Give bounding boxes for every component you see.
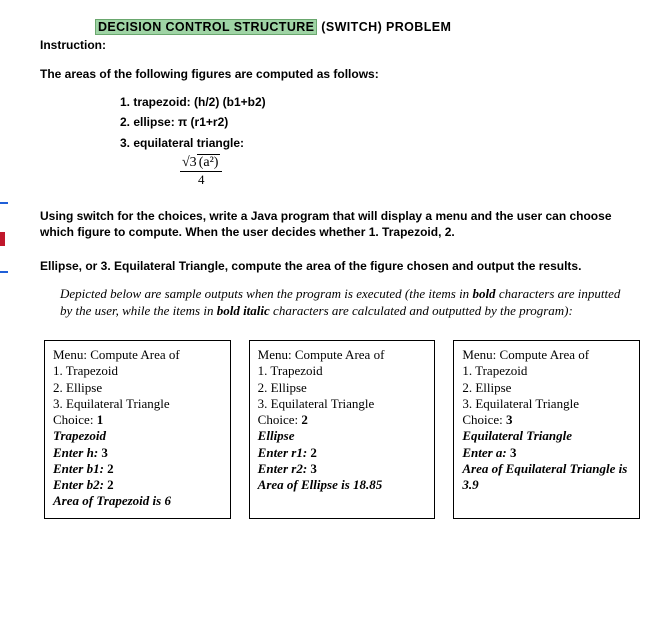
menu-head: Menu: Compute Area of	[258, 347, 427, 363]
input-line: Enter r1: 2	[258, 445, 427, 461]
sample-note: Depicted below are sample outputs when t…	[60, 286, 630, 320]
denominator: 4	[180, 172, 222, 188]
menu-item: 3. Equilateral Triangle	[462, 396, 631, 412]
input-line: Enter r2: 3	[258, 461, 427, 477]
input-line: Enter a: 3	[462, 445, 631, 461]
radicand: (a²)	[197, 154, 221, 170]
menu-item: 3. Equilateral Triangle	[258, 396, 427, 412]
result-line: Area of Trapezoid is 6	[53, 493, 222, 509]
instruction-label: Instruction:	[40, 38, 640, 52]
input-line: Enter b1: 2	[53, 461, 222, 477]
sample-box: Menu: Compute Area of 1. Trapezoid 2. El…	[44, 340, 231, 519]
result-line: Area of Ellipse is 18.85	[258, 477, 427, 493]
sample-box: Menu: Compute Area of 1. Trapezoid 2. El…	[453, 340, 640, 519]
shape-name: Trapezoid	[53, 428, 222, 444]
choice-line: Choice: 1	[53, 412, 222, 428]
formula-3: 3. equilateral triangle:	[120, 135, 640, 151]
menu-item: 1. Trapezoid	[53, 363, 222, 379]
formula-3-fraction: √3(a²) 4	[180, 155, 640, 188]
input-line: Enter b2: 2	[53, 477, 222, 493]
samples-row: Menu: Compute Area of 1. Trapezoid 2. El…	[44, 340, 640, 519]
formula-1: 1. trapezoid: (h/2) (b1+b2)	[120, 94, 640, 110]
title-highlight: DECISION CONTROL STRUCTURE	[95, 19, 317, 35]
root-sign: √3	[182, 155, 197, 170]
menu-item: 2. Ellipse	[53, 380, 222, 396]
choice-line: Choice: 3	[462, 412, 631, 428]
choice-line: Choice: 2	[258, 412, 427, 428]
formula-2: 2. ellipse: π (r1+r2)	[120, 114, 640, 130]
menu-item: 2. Ellipse	[462, 380, 631, 396]
menu-item: 1. Trapezoid	[258, 363, 427, 379]
intro-text: The areas of the following figures are c…	[40, 66, 640, 82]
body-para-2: Ellipse, or 3. Equilateral Triangle, com…	[40, 258, 640, 274]
menu-item: 3. Equilateral Triangle	[53, 396, 222, 412]
title-plain: (SWITCH) PROBLEM	[317, 20, 451, 34]
shape-name: Ellipse	[258, 428, 427, 444]
menu-head: Menu: Compute Area of	[53, 347, 222, 363]
edge-marker	[0, 202, 8, 204]
edge-marker	[0, 232, 5, 246]
body-para-1: Using switch for the choices, write a Ja…	[40, 208, 640, 240]
edge-marker	[0, 271, 8, 273]
input-line: Enter h: 3	[53, 445, 222, 461]
menu-item: 1. Trapezoid	[462, 363, 631, 379]
sample-box: Menu: Compute Area of 1. Trapezoid 2. El…	[249, 340, 436, 519]
menu-head: Menu: Compute Area of	[462, 347, 631, 363]
shape-name: Equilateral Triangle	[462, 428, 631, 444]
result-line: Area of Equilateral Triangle is 3.9	[462, 461, 631, 494]
menu-item: 2. Ellipse	[258, 380, 427, 396]
page-title: DECISION CONTROL STRUCTURE (SWITCH) PROB…	[95, 20, 640, 34]
